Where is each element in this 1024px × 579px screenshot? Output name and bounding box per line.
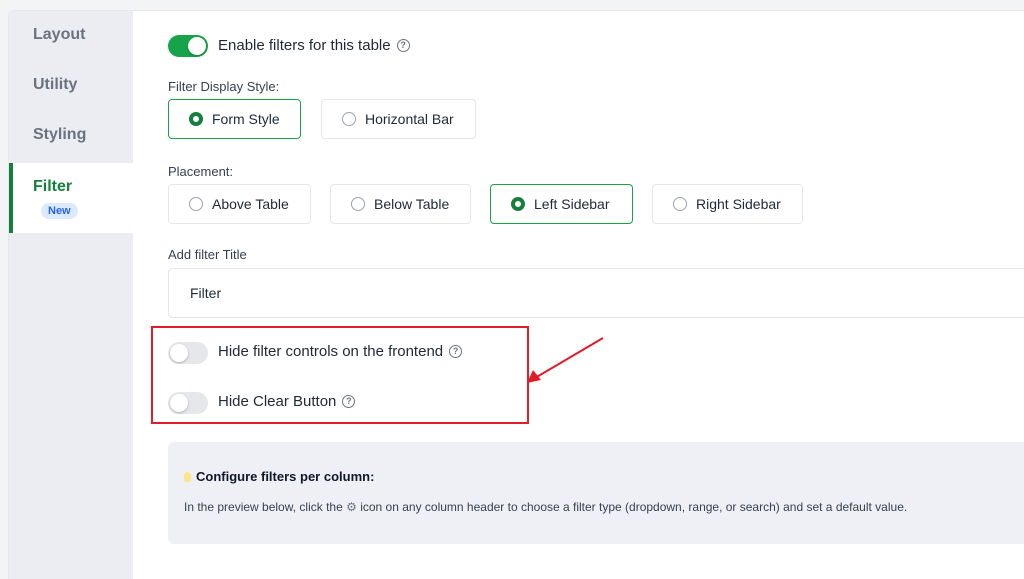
settings-sidebar: Layout Utility Styling Filter New <box>9 11 133 579</box>
info-box: Configure filters per column: In the pre… <box>168 442 1024 544</box>
sidebar-item-label: Utility <box>33 76 78 93</box>
radio-horizontal-bar[interactable]: Horizontal Bar <box>321 99 476 139</box>
radio-unchecked-icon <box>673 197 687 211</box>
filter-settings: Enable filters for this table? Filter Di… <box>133 11 1024 579</box>
radio-label: Left Sidebar <box>534 196 610 212</box>
radio-checked-icon <box>189 112 203 126</box>
radio-unchecked-icon <box>189 197 203 211</box>
radio-left-sidebar[interactable]: Left Sidebar <box>490 184 633 224</box>
sidebar-item-filter[interactable]: Filter New <box>9 163 133 233</box>
arrow-annotation <box>527 337 604 383</box>
radio-form-style[interactable]: Form Style <box>168 99 301 139</box>
info-title-text: Configure filters per column: <box>196 469 375 484</box>
sidebar-item-styling[interactable]: Styling <box>9 111 133 161</box>
sidebar-item-layout[interactable]: Layout <box>9 11 133 61</box>
sidebar-item-utility[interactable]: Utility <box>9 61 133 111</box>
radio-checked-icon <box>511 197 525 211</box>
sidebar-item-label: Layout <box>33 26 86 43</box>
radio-label: Above Table <box>212 196 289 212</box>
radio-unchecked-icon <box>351 197 365 211</box>
placement-label: Placement: <box>168 164 234 179</box>
radio-below-table[interactable]: Below Table <box>330 184 471 224</box>
sidebar-item-label: Styling <box>33 126 87 143</box>
settings-panel: Layout Utility Styling Filter New Enable… <box>8 10 1024 579</box>
filter-title-input[interactable] <box>168 268 1024 318</box>
question-circle-icon[interactable]: ? <box>396 39 410 52</box>
radio-label: Right Sidebar <box>696 196 781 212</box>
enable-filters-label: Enable filters for this table? <box>218 37 410 54</box>
enable-filters-text: Enable filters for this table <box>218 37 391 54</box>
radio-label: Below Table <box>374 196 450 212</box>
highlight-box <box>151 326 529 424</box>
new-badge: New <box>41 203 78 219</box>
info-text: In the preview below, click the ⚙ icon o… <box>184 500 907 514</box>
lightbulb-icon <box>184 472 191 482</box>
radio-label: Form Style <box>212 111 280 127</box>
enable-filters-toggle[interactable] <box>168 35 208 57</box>
radio-unchecked-icon <box>342 112 356 126</box>
sidebar-item-label: Filter <box>33 178 73 195</box>
radio-right-sidebar[interactable]: Right Sidebar <box>652 184 803 224</box>
info-title: Configure filters per column: <box>184 469 374 484</box>
toggle-knob <box>188 37 206 55</box>
radio-above-table[interactable]: Above Table <box>168 184 311 224</box>
gear-icon: ⚙ <box>346 500 357 514</box>
info-text-after: icon on any column header to choose a fi… <box>360 500 908 514</box>
display-style-label: Filter Display Style: <box>168 79 280 94</box>
radio-label: Horizontal Bar <box>365 111 454 127</box>
filter-title-label: Add filter Title <box>168 247 247 262</box>
info-text-before: In the preview below, click the <box>184 500 343 514</box>
